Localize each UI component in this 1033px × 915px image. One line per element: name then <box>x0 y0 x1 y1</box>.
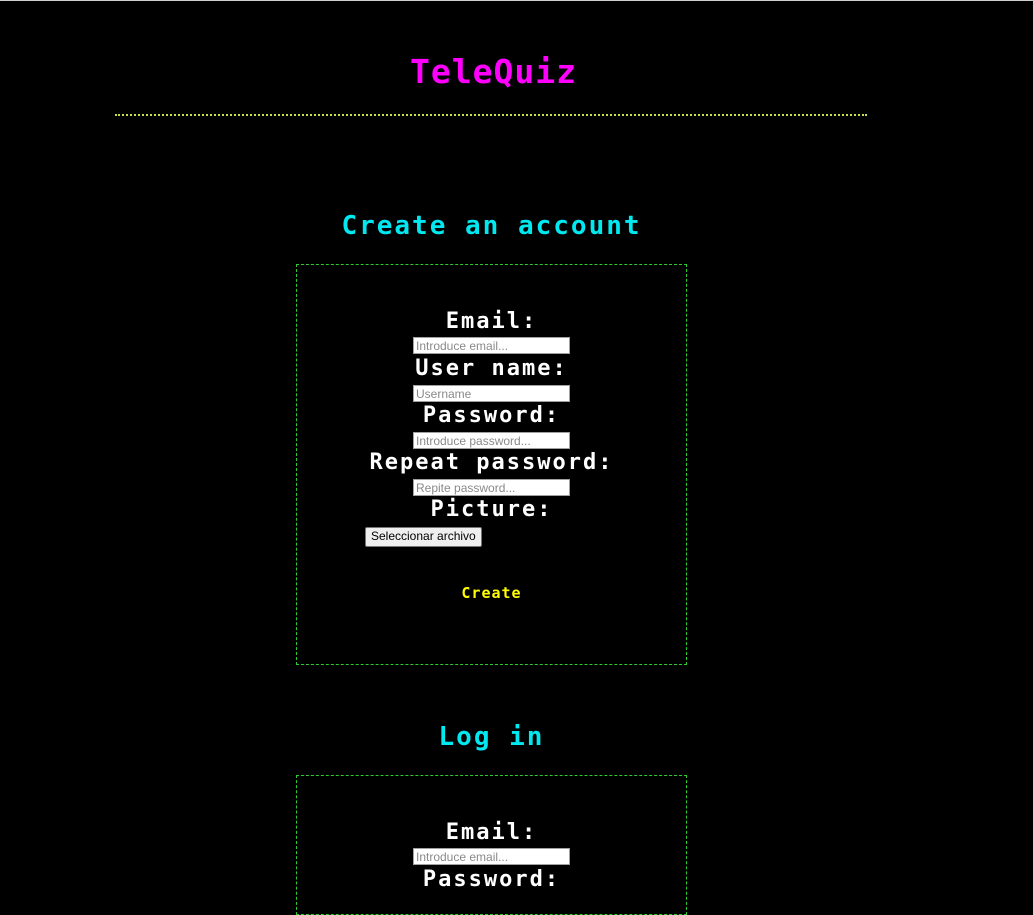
title-divider <box>115 114 867 116</box>
login-form: Email: Password: <box>296 775 687 915</box>
create-account-form: Email: User name: Password: Repeat passw… <box>296 264 687 665</box>
picture-file-button[interactable]: Seleccionar archivo <box>365 527 482 547</box>
create-account-heading: Create an account <box>341 211 642 241</box>
register-password-input[interactable] <box>413 432 570 449</box>
login-email-input[interactable] <box>413 848 570 865</box>
login-email-label: Email: <box>445 820 538 845</box>
register-password-label: Password: <box>422 403 561 428</box>
register-email-label: Email: <box>445 309 538 334</box>
register-repeat-password-label: Repeat password: <box>369 450 614 475</box>
register-email-input[interactable] <box>413 337 570 354</box>
register-username-label: User name: <box>415 356 568 381</box>
register-repeat-password-input[interactable] <box>413 479 570 496</box>
login-heading: Log in <box>438 722 545 752</box>
register-username-input[interactable] <box>413 385 570 402</box>
register-picture-label: Picture: <box>430 497 553 522</box>
create-button[interactable]: Create <box>297 584 686 602</box>
site-title: TeleQuiz <box>410 52 577 91</box>
